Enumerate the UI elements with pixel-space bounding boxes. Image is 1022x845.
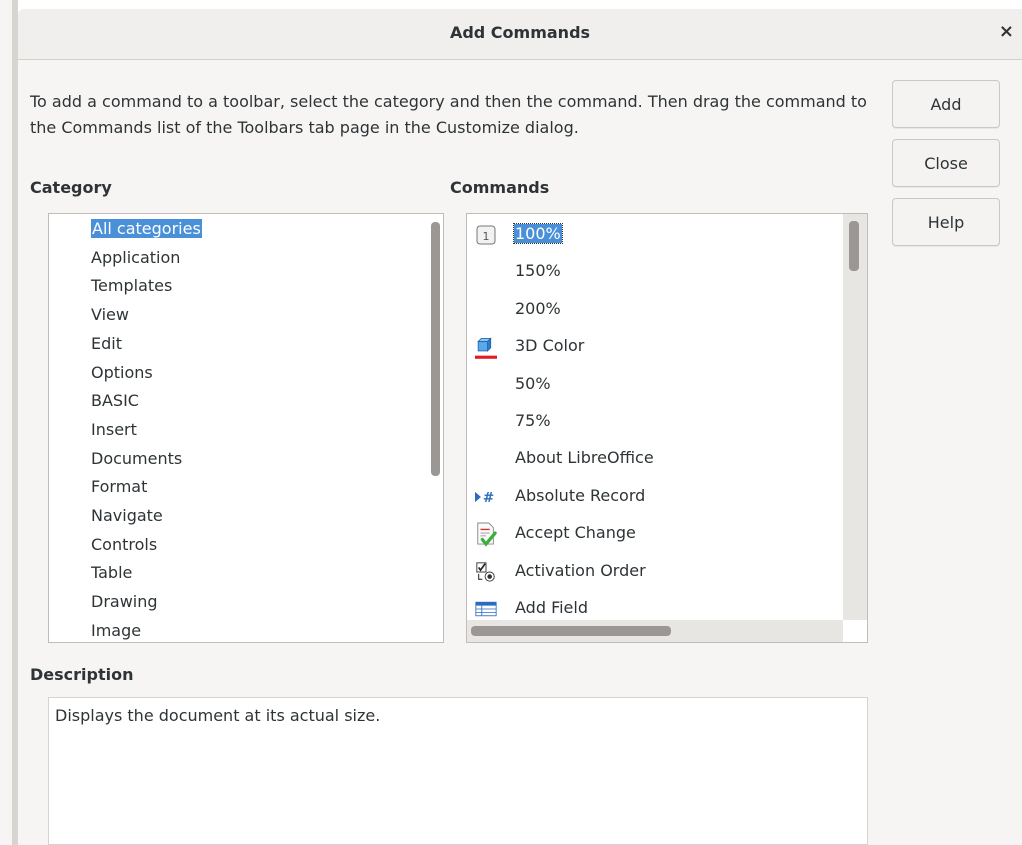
background-strip bbox=[0, 0, 12, 845]
category-item-label: Templates bbox=[91, 276, 173, 296]
command-item-label: 50% bbox=[515, 373, 551, 393]
category-label: Category bbox=[30, 178, 112, 197]
command-item-label: Activation Order bbox=[515, 560, 646, 580]
commands-list[interactable]: Add Field Activation Order Accept Change # A… bbox=[466, 213, 868, 643]
category-item[interactable]: BASIC bbox=[91, 390, 139, 412]
titlebar: Add Commands × bbox=[18, 9, 1022, 60]
add-field-icon bbox=[475, 598, 497, 620]
command-item[interactable]: 200% bbox=[467, 291, 847, 328]
category-item-label: Documents bbox=[91, 448, 183, 468]
command-item-label: 150% bbox=[515, 261, 561, 281]
svg-text:1: 1 bbox=[483, 230, 490, 243]
description-label: Description bbox=[30, 665, 134, 684]
category-item[interactable]: Options bbox=[91, 362, 153, 384]
command-item-label: Absolute Record bbox=[515, 485, 646, 505]
command-item[interactable]: Accept Change bbox=[467, 515, 847, 552]
command-item[interactable]: 3D Color bbox=[467, 328, 847, 365]
command-item[interactable]: Activation Order bbox=[467, 553, 847, 590]
command-item-label: 200% bbox=[515, 298, 561, 318]
category-item-label: All categories bbox=[91, 219, 202, 238]
command-item[interactable]: 50% bbox=[467, 366, 847, 403]
command-item-label: Accept Change bbox=[515, 523, 636, 543]
category-item[interactable]: Drawing bbox=[91, 591, 158, 613]
category-item-label: Insert bbox=[91, 419, 137, 439]
category-item[interactable]: Navigate bbox=[91, 505, 163, 527]
command-item[interactable]: 75% bbox=[467, 403, 847, 440]
command-item[interactable]: # Absolute Record bbox=[467, 478, 847, 515]
accept-change-icon bbox=[475, 522, 497, 547]
category-list[interactable]: All categories Application Templates View Ed… bbox=[48, 213, 444, 643]
activation-order-icon bbox=[475, 561, 497, 583]
category-item-label: Options bbox=[91, 362, 153, 382]
commands-label: Commands bbox=[450, 178, 550, 197]
category-item-label: Drawing bbox=[91, 592, 158, 612]
category-item-label: Table bbox=[91, 563, 133, 583]
category-item[interactable]: Documents bbox=[91, 448, 182, 470]
category-item[interactable]: Templates bbox=[91, 275, 172, 297]
category-item[interactable]: All categories bbox=[91, 218, 202, 240]
description-box: Displays the document at its actual size… bbox=[48, 697, 868, 845]
add-commands-dialog: Add Commands × To add a command to a too… bbox=[18, 9, 1022, 845]
instruction-text: To add a command to a toolbar, select th… bbox=[30, 92, 867, 137]
category-item-label: BASIC bbox=[91, 391, 139, 411]
command-item-label: Add Field bbox=[515, 598, 588, 617]
category-item[interactable]: Application bbox=[91, 247, 180, 269]
command-item-label: 3D Color bbox=[515, 336, 585, 356]
category-item-label: Application bbox=[91, 247, 181, 267]
dialog-title: Add Commands bbox=[449, 23, 591, 42]
command-item-label: About LibreOffice bbox=[515, 448, 654, 468]
category-item-label: Navigate bbox=[91, 506, 163, 525]
category-scrollbar-thumb[interactable] bbox=[431, 222, 440, 476]
zoom-100-icon: 1 bbox=[475, 224, 497, 246]
category-item-label: Format bbox=[91, 477, 148, 497]
absolute-record-icon: # bbox=[475, 486, 497, 508]
help-button[interactable]: Help bbox=[892, 198, 1000, 246]
3d-color-icon bbox=[475, 336, 497, 359]
commands-hscrollbar-thumb[interactable] bbox=[471, 626, 671, 636]
command-item[interactable]: 150% bbox=[467, 253, 847, 290]
close-icon[interactable]: × bbox=[999, 21, 1014, 42]
category-item[interactable]: View bbox=[91, 304, 129, 326]
category-item[interactable]: Format bbox=[91, 476, 147, 498]
category-item-label: View bbox=[91, 305, 129, 325]
category-item-label: Image bbox=[91, 620, 142, 640]
category-item-label: Edit bbox=[91, 333, 122, 353]
command-item[interactable]: 1 100% bbox=[467, 216, 847, 253]
category-item[interactable]: Image bbox=[91, 620, 141, 642]
commands-vscrollbar-thumb[interactable] bbox=[849, 221, 859, 271]
close-button[interactable]: Close bbox=[892, 139, 1000, 187]
category-item[interactable]: Controls bbox=[91, 534, 157, 556]
category-item[interactable]: Edit bbox=[91, 333, 122, 355]
category-item[interactable]: Insert bbox=[91, 419, 137, 441]
category-item-label: Controls bbox=[91, 534, 158, 554]
category-item[interactable]: Table bbox=[91, 562, 132, 584]
command-item-label: 100% bbox=[513, 223, 563, 244]
add-button[interactable]: Add bbox=[892, 80, 1000, 128]
commands-vscrollbar[interactable] bbox=[843, 214, 867, 620]
command-item-label: 75% bbox=[515, 411, 551, 430]
command-item[interactable]: About LibreOffice bbox=[467, 440, 847, 477]
svg-text:#: # bbox=[483, 490, 494, 506]
